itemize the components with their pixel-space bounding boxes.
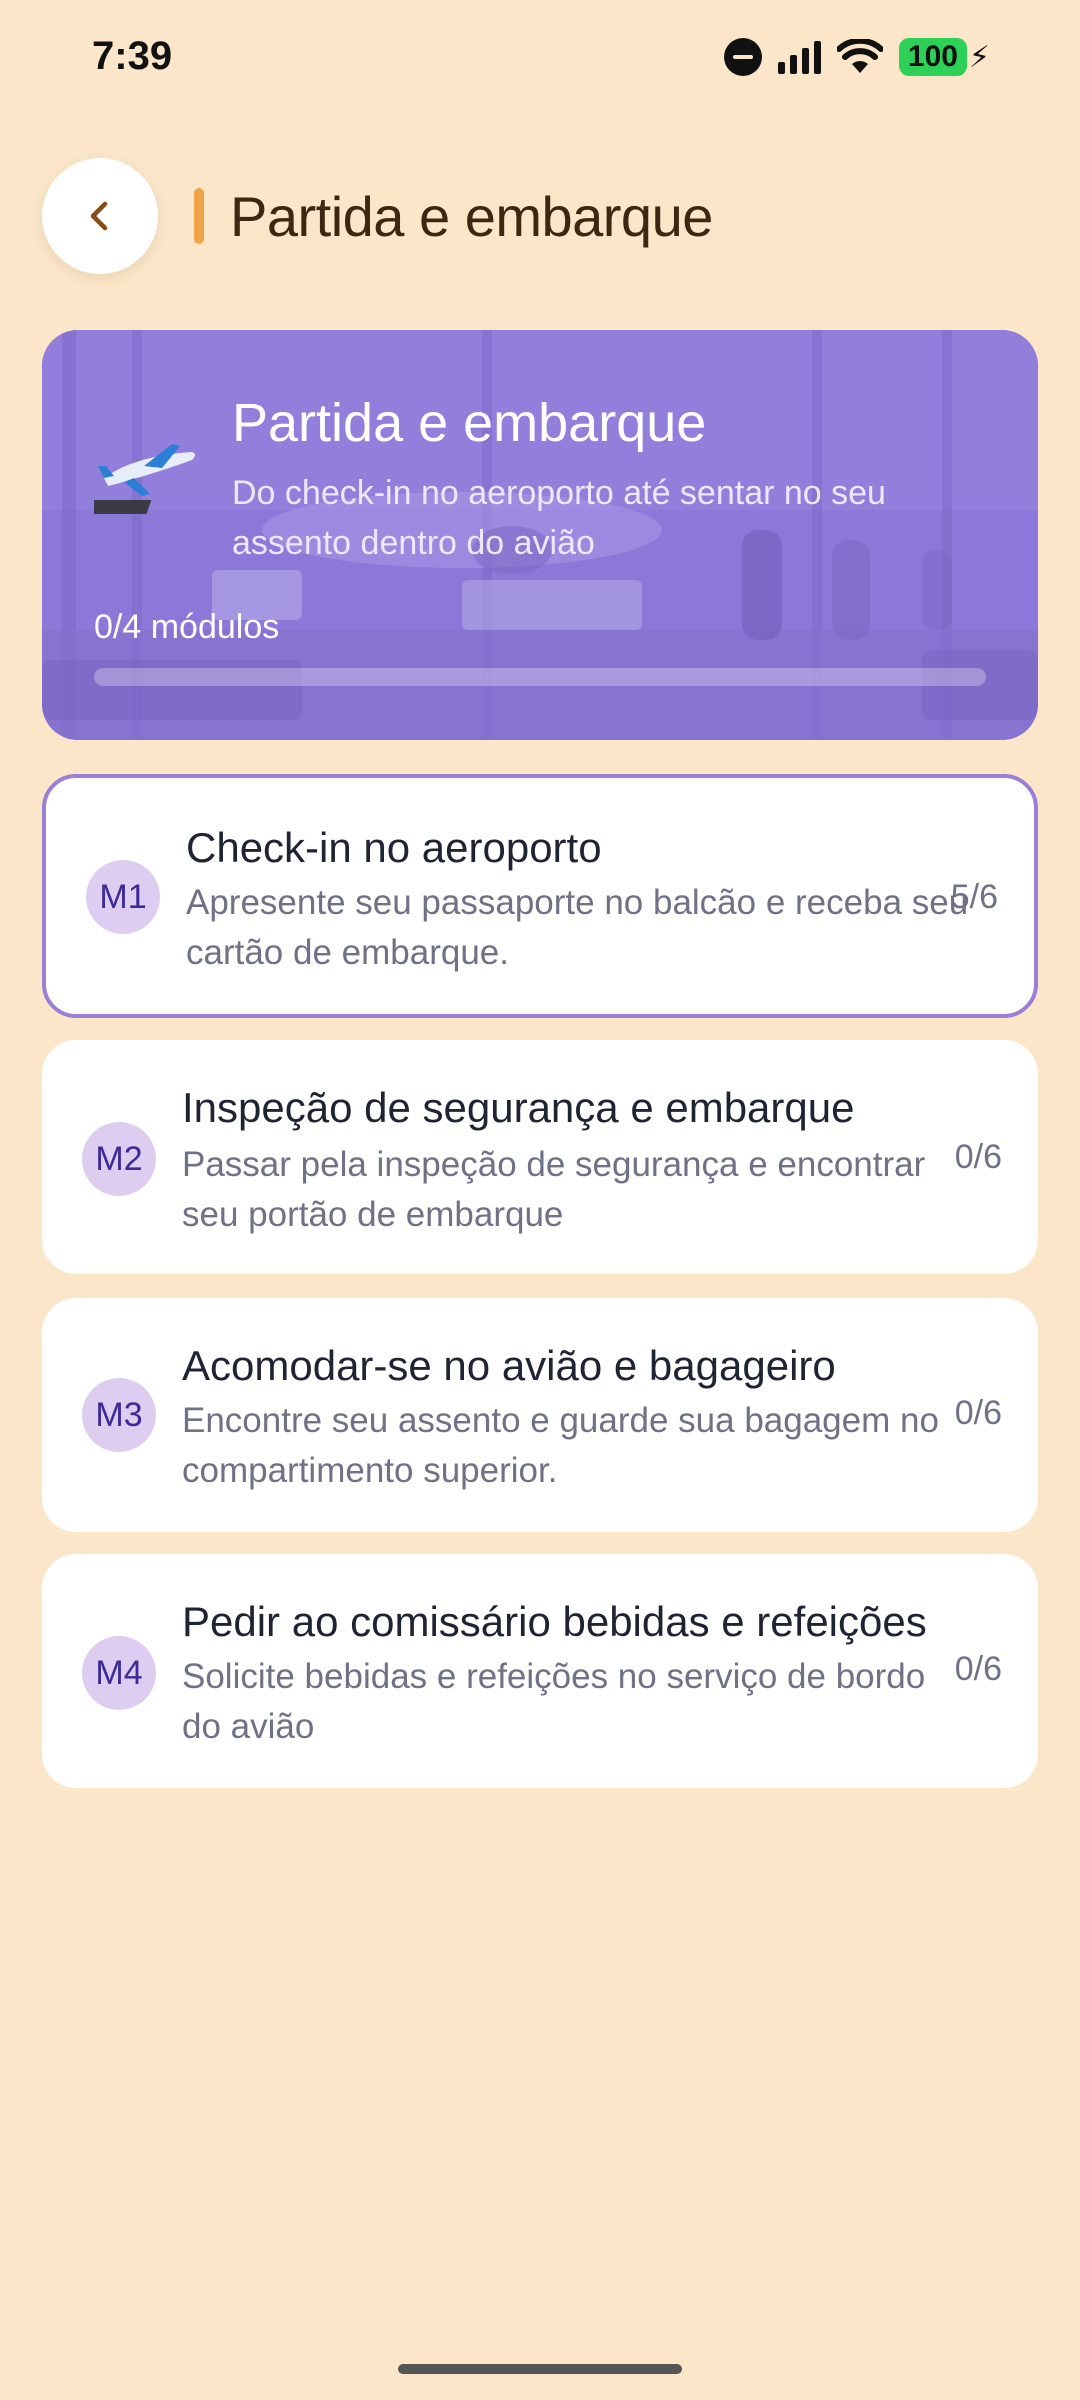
wifi-icon <box>836 39 883 73</box>
module-card-m2[interactable]: M2 Inspeção de segurança e embarque Pass… <box>42 1040 1038 1274</box>
chevron-left-icon <box>90 201 108 231</box>
battery-indicator: 100 ⚡ <box>898 38 990 76</box>
charging-bolt-icon: ⚡ <box>968 40 990 74</box>
status-time: 7:39 <box>92 34 173 78</box>
module-card-m3[interactable]: M3 Acomodar-se no avião e bagageiro Enco… <box>42 1298 1038 1532</box>
battery-level: 100 <box>898 38 967 76</box>
page-title: Partida e embarque <box>230 185 713 248</box>
module-card-m4[interactable]: M4 Pedir ao comissário bebidas e refeiçõ… <box>42 1554 1038 1788</box>
status-bar: 7:39 100 ⚡ <box>0 0 1080 120</box>
hero-title: Partida e embarque <box>232 393 707 453</box>
module-description: Apresente seu passaporte no balcão e rec… <box>186 883 969 972</box>
hero-progress-text: 0/4 módulos <box>94 608 280 646</box>
module-title: Acomodar-se no avião e bagageiro <box>182 1342 836 1389</box>
module-title: Inspeção de segurança e embarque <box>182 1084 855 1131</box>
module-progress: 0/6 <box>954 1138 1002 1176</box>
module-badge: M2 <box>82 1122 156 1196</box>
hero-subtitle: Do check-in no aeroporto até sentar no s… <box>232 474 886 562</box>
back-button[interactable] <box>42 158 158 274</box>
module-title: Check-in no aeroporto <box>186 824 602 871</box>
status-icons: 100 ⚡ <box>723 38 990 76</box>
course-hero-card: Partida e embarque Do check-in no aeropo… <box>42 330 1038 740</box>
module-progress: 5/6 <box>950 878 998 916</box>
module-title: Pedir ao comissário bebidas e refeições <box>182 1598 927 1645</box>
signal-icon <box>777 40 821 74</box>
module-badge: M1 <box>86 860 160 934</box>
module-description: Passar pela inspeção de segurança e enco… <box>182 1145 926 1234</box>
module-description: Encontre seu assento e guarde sua bagage… <box>182 1401 939 1490</box>
module-description: Solicite bebidas e refeições no serviço … <box>182 1657 926 1746</box>
module-progress: 0/6 <box>954 1394 1002 1432</box>
do-not-disturb-icon <box>723 38 762 76</box>
airplane-icon <box>94 444 195 514</box>
hero-progress-bar <box>94 668 986 686</box>
title-accent-bar <box>194 188 204 244</box>
module-badge: M4 <box>82 1636 156 1710</box>
module-progress: 0/6 <box>954 1650 1002 1688</box>
module-badge: M3 <box>82 1378 156 1452</box>
home-indicator[interactable] <box>398 2364 682 2374</box>
module-card-m1[interactable]: M1 Check-in no aeroporto Apresente seu p… <box>42 774 1038 1018</box>
